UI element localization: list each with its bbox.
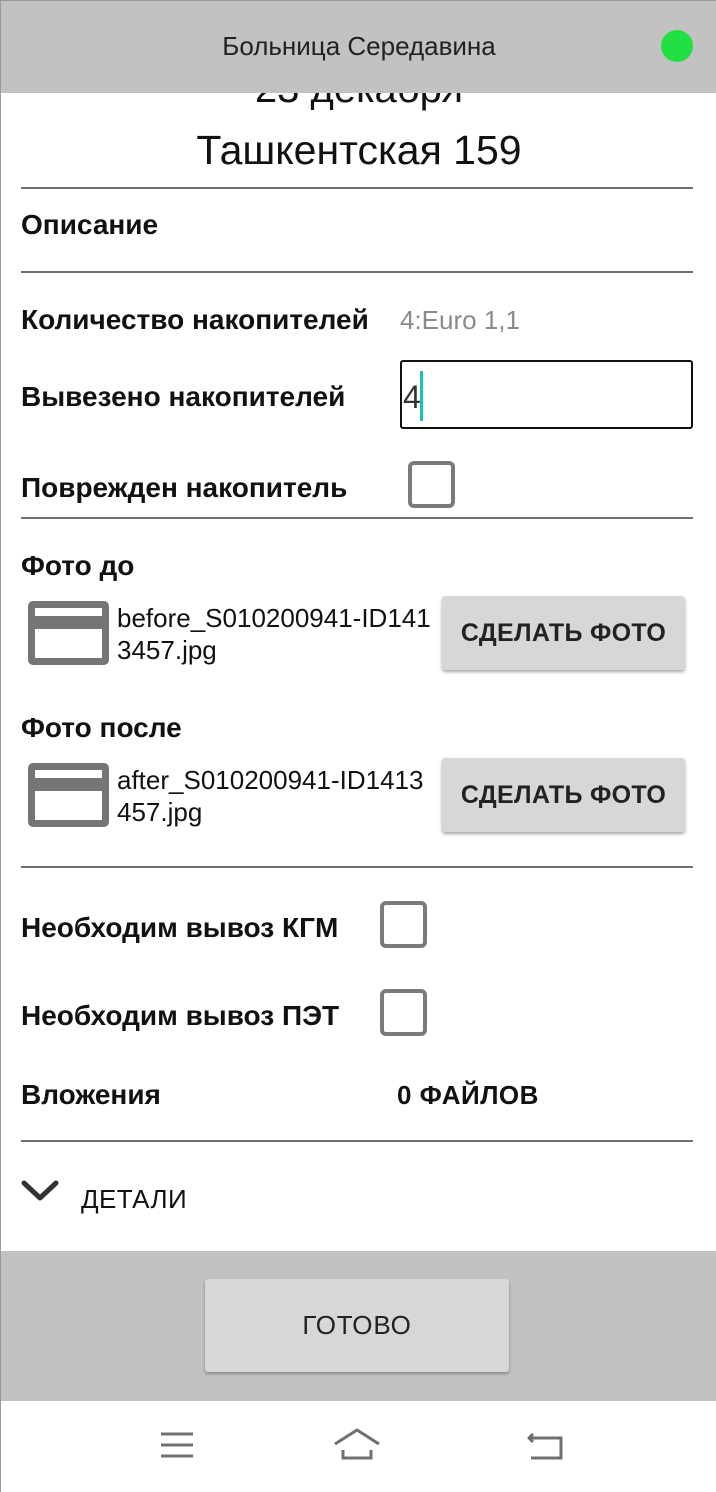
kgm-removal-checkbox[interactable] xyxy=(380,901,427,948)
divider xyxy=(21,1140,693,1142)
damaged-container-label: Поврежден накопитель xyxy=(21,472,348,503)
chevron-down-icon xyxy=(21,1180,59,1201)
removed-containers-input[interactable]: 4 xyxy=(400,360,693,429)
attachments-files-link[interactable]: 0 ФАЙЛОВ xyxy=(397,1080,539,1111)
description-label: Описание xyxy=(21,209,159,240)
damaged-container-checkbox[interactable] xyxy=(408,461,455,508)
photo-before-filename: before_S010200941-ID1413457.jpg xyxy=(117,603,431,665)
home-icon[interactable] xyxy=(332,1425,382,1465)
app-header: Больница Середавина xyxy=(1,1,716,93)
status-indicator xyxy=(661,30,693,62)
divider xyxy=(21,517,693,519)
removed-containers-value: 4 xyxy=(403,379,421,415)
form-content[interactable]: 23 декабря Ташкентская 159 Описание Коли… xyxy=(1,93,716,1251)
done-button[interactable]: ГОТОВО xyxy=(205,1279,509,1372)
divider xyxy=(21,271,693,273)
divider xyxy=(21,187,693,189)
containers-count-label: Количество накопителей xyxy=(21,304,369,335)
text-cursor xyxy=(420,371,423,421)
containers-count-value: 4:Euro 1,1 xyxy=(400,305,520,335)
page-title: Больница Середавина xyxy=(222,31,496,61)
address-heading: Ташкентская 159 xyxy=(196,127,522,173)
photo-after-filename: after_S010200941-ID1413457.jpg xyxy=(117,765,424,827)
removed-containers-label: Вывезено накопителей xyxy=(21,381,346,412)
take-photo-after-button[interactable]: СДЕЛАТЬ ФОТО xyxy=(442,758,685,832)
back-icon[interactable] xyxy=(522,1425,572,1465)
divider xyxy=(21,866,693,868)
date-heading: 23 декабря xyxy=(1,93,716,112)
menu-icon[interactable] xyxy=(152,1425,202,1465)
image-placeholder-icon xyxy=(28,601,109,665)
pet-removal-label: Необходим вывоз ПЭТ xyxy=(21,1000,340,1031)
system-navbar xyxy=(1,1401,716,1492)
pet-removal-checkbox[interactable] xyxy=(380,989,427,1036)
action-bar: ГОТОВО xyxy=(1,1251,716,1401)
app-frame: Больница Середавина 23 декабря Ташкентск… xyxy=(0,0,716,1492)
photo-before-label: Фото до xyxy=(21,550,135,581)
kgm-removal-label: Необходим вывоз КГМ xyxy=(21,912,339,943)
image-placeholder-icon xyxy=(28,763,109,827)
details-label: ДЕТАЛИ xyxy=(81,1184,188,1214)
attachments-label: Вложения xyxy=(21,1079,161,1110)
photo-after-label: Фото после xyxy=(21,712,182,743)
take-photo-before-button[interactable]: СДЕЛАТЬ ФОТО xyxy=(442,596,685,670)
